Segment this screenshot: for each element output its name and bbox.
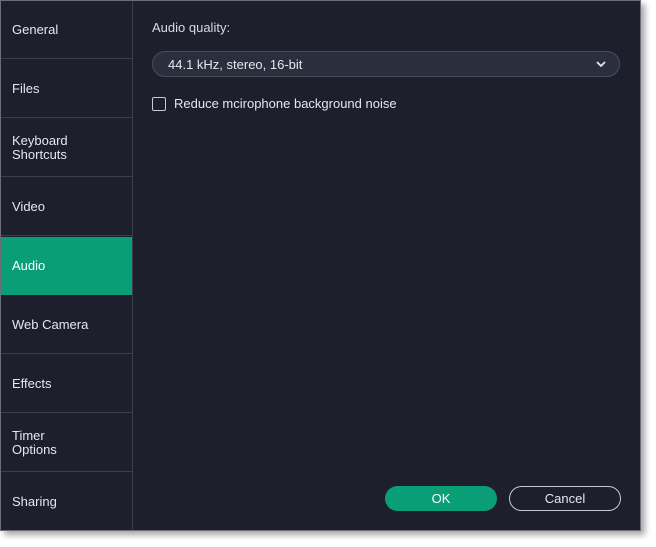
ok-button[interactable]: OK [385,486,497,511]
noise-reduction-checkbox[interactable] [152,96,166,111]
sidebar-item-sharing[interactable]: Sharing [1,473,132,530]
ok-button-label: OK [431,491,451,506]
sidebar-item-label: General [12,21,59,37]
sidebar-item-web-camera[interactable]: Web Camera [1,296,132,354]
sidebar-item-video[interactable]: Video [1,178,132,236]
chevron-down-icon [596,61,606,67]
audio-settings-panel: Audio quality: 44.1 kHz, stereo, 16-bit … [133,1,640,530]
sidebar-item-label: Files [12,80,40,96]
sidebar-item-files[interactable]: Files [1,60,132,118]
audio-quality-value: 44.1 kHz, stereo, 16-bit [168,56,303,72]
noise-reduction-option[interactable]: Reduce mcirophone background noise [152,96,397,111]
cancel-button-label: Cancel [544,491,586,506]
audio-quality-label: Audio quality: [152,20,231,35]
sidebar-item-label: Audio [12,257,46,273]
sidebar-item-label: Video [12,198,46,214]
settings-sidebar: General Files Keyboard Shortcuts Video A… [1,1,133,530]
sidebar-item-keyboard-shortcuts[interactable]: Keyboard Shortcuts [1,119,132,177]
sidebar-item-label: Keyboard Shortcuts [12,132,68,162]
sidebar-item-label: Web Camera [12,316,89,332]
cancel-button[interactable]: Cancel [509,486,621,511]
preferences-dialog: General Files Keyboard Shortcuts Video A… [0,0,641,531]
sidebar-item-label: Sharing [12,493,57,509]
sidebar-item-label: Timer Options [12,427,57,457]
noise-reduction-label: Reduce mcirophone background noise [174,96,397,111]
sidebar-item-timer-options[interactable]: Timer Options [1,414,132,472]
audio-quality-dropdown[interactable]: 44.1 kHz, stereo, 16-bit [152,51,620,77]
sidebar-item-effects[interactable]: Effects [1,355,132,413]
sidebar-item-general[interactable]: General [1,1,132,59]
sidebar-item-audio[interactable]: Audio [1,237,132,295]
sidebar-item-label: Effects [12,375,52,391]
